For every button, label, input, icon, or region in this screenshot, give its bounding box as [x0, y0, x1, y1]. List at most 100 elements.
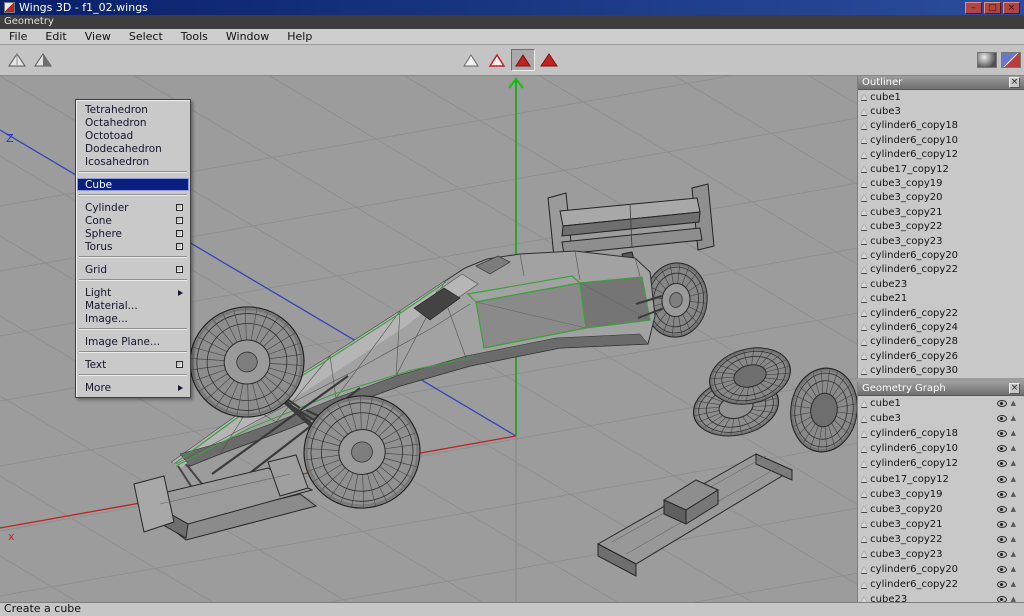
geometry-graph-item[interactable]: ▲ cylinder6_copy18 ▲ [858, 426, 1024, 441]
visibility-eye-icon[interactable] [997, 521, 1007, 528]
minimize-button[interactable]: – [965, 2, 982, 14]
outliner-item[interactable]: ▲ cube21 [858, 291, 1024, 305]
visibility-eye-icon[interactable] [997, 460, 1007, 467]
outliner-item[interactable]: ▲ cube3 [858, 104, 1024, 118]
outliner-item[interactable]: ▲ cube23 [858, 277, 1024, 291]
shading-mode-icon[interactable]: ▲ [1011, 400, 1016, 407]
visibility-eye-icon[interactable] [997, 581, 1007, 588]
geometry-graph-item[interactable]: ▲ cube23 ▲ [858, 592, 1024, 602]
menu-item[interactable]: Cone [77, 214, 189, 227]
visibility-eye-icon[interactable] [997, 430, 1007, 437]
shading-mode-icon[interactable]: ▲ [1011, 476, 1016, 483]
outliner-item[interactable]: ▲ cube1 [858, 90, 1024, 104]
geometry-graph-close-button[interactable]: × [1009, 383, 1020, 394]
geometry-graph-item[interactable]: ▲ cylinder6_copy20 ▲ [858, 562, 1024, 577]
outliner-item[interactable]: ▲ cube3_copy23 [858, 234, 1024, 248]
face-mode-icon[interactable] [511, 49, 535, 71]
menubar-item[interactable]: Window [217, 29, 278, 44]
visibility-eye-icon[interactable] [997, 566, 1007, 573]
outliner-header[interactable]: Outliner × [858, 76, 1024, 90]
body-mode-icon[interactable] [537, 49, 561, 71]
outliner-close-button[interactable]: × [1009, 77, 1020, 88]
option-box-icon[interactable] [176, 217, 183, 224]
menubar-item[interactable]: File [0, 29, 36, 44]
menu-item[interactable]: Material... [77, 299, 189, 312]
shading-mode-icon[interactable]: ▲ [1011, 581, 1016, 588]
visibility-eye-icon[interactable] [997, 506, 1007, 513]
undo-icon[interactable] [5, 49, 29, 71]
outliner-item[interactable]: ▲ cylinder6_copy22 [858, 306, 1024, 320]
shading-mode-icon[interactable]: ▲ [1011, 430, 1016, 437]
outliner-item[interactable]: ▲ cylinder6_copy30 [858, 363, 1024, 377]
shading-mode-icon[interactable]: ▲ [1011, 551, 1016, 558]
shading-mode-icon[interactable]: ▲ [1011, 566, 1016, 573]
geometry-graph-item[interactable]: ▲ cube1 ▲ [858, 396, 1024, 411]
menu-item[interactable]: Image Plane... [77, 335, 189, 348]
outliner-item[interactable]: ▲ cube3_copy21 [858, 205, 1024, 219]
outliner-item[interactable]: ▲ cube17_copy12 [858, 162, 1024, 176]
menu-item[interactable]: Octotoad [77, 129, 189, 142]
outliner-item[interactable]: ▲ cylinder6_copy10 [858, 133, 1024, 147]
outliner-item[interactable]: ▲ cube3_copy19 [858, 176, 1024, 190]
geometry-graph-item[interactable]: ▲ cube3_copy20 ▲ [858, 502, 1024, 517]
visibility-eye-icon[interactable] [997, 400, 1007, 407]
shading-mode-icon[interactable]: ▲ [1011, 460, 1016, 467]
geometry-graph-item[interactable]: ▲ cube3 ▲ [858, 411, 1024, 426]
geometry-graph-item[interactable]: ▲ cube17_copy12 ▲ [858, 471, 1024, 486]
maximize-button[interactable]: □ [984, 2, 1001, 14]
geometry-graph-item[interactable]: ▲ cube3_copy21 ▲ [858, 517, 1024, 532]
shading-mode-icon[interactable]: ▲ [1011, 445, 1016, 452]
outliner-item[interactable]: ▲ cube3_copy20 [858, 191, 1024, 205]
geometry-graph-item[interactable]: ▲ cylinder6_copy22 ▲ [858, 577, 1024, 592]
menubar-item[interactable]: Help [278, 29, 321, 44]
option-box-icon[interactable] [176, 266, 183, 273]
visibility-eye-icon[interactable] [997, 536, 1007, 543]
menu-item[interactable]: Text [77, 358, 189, 371]
menu-item[interactable]: Icosahedron [77, 155, 189, 168]
visibility-eye-icon[interactable] [997, 445, 1007, 452]
geometry-graph-header[interactable]: Geometry Graph × [858, 382, 1024, 396]
visibility-eye-icon[interactable] [997, 491, 1007, 498]
menu-item[interactable]: Cylinder [77, 201, 189, 214]
outliner-item[interactable]: ▲ cylinder6_copy24 [858, 320, 1024, 334]
menu-item[interactable]: Dodecahedron [77, 142, 189, 155]
geometry-window-bar[interactable]: Geometry [0, 15, 1024, 29]
menu-item[interactable]: Torus [77, 240, 189, 253]
axes-view-icon[interactable] [999, 49, 1023, 71]
title-bar[interactable]: Wings 3D - f1_02.wings – □ × [0, 0, 1024, 15]
outliner-item[interactable]: ▲ cylinder6_copy12 [858, 148, 1024, 162]
edge-mode-icon[interactable] [485, 49, 509, 71]
geometry-graph-item[interactable]: ▲ cube3_copy22 ▲ [858, 532, 1024, 547]
menu-item[interactable]: Octahedron [77, 116, 189, 129]
menubar-item[interactable]: Select [120, 29, 172, 44]
shading-mode-icon[interactable]: ▲ [1011, 506, 1016, 513]
geometry-graph-item[interactable]: ▲ cube3_copy23 ▲ [858, 547, 1024, 562]
shading-mode-icon[interactable]: ▲ [1011, 415, 1016, 422]
menu-item[interactable]: Grid [77, 263, 189, 276]
front-wing[interactable] [134, 455, 316, 540]
visibility-eye-icon[interactable] [997, 415, 1007, 422]
shading-mode-icon[interactable]: ▲ [1011, 536, 1016, 543]
menu-item[interactable]: More [77, 381, 189, 394]
geometry-graph-item[interactable]: ▲ cylinder6_copy10 ▲ [858, 441, 1024, 456]
visibility-eye-icon[interactable] [997, 551, 1007, 558]
outliner-item[interactable]: ▲ cylinder6_copy22 [858, 263, 1024, 277]
option-box-icon[interactable] [176, 204, 183, 211]
menu-item[interactable]: Sphere [77, 227, 189, 240]
outliner-item[interactable]: ▲ cylinder6_copy20 [858, 248, 1024, 262]
menu-item[interactable]: Cube [77, 178, 189, 191]
outliner-item[interactable]: ▲ cylinder6_copy18 [858, 119, 1024, 133]
geometry-graph-item[interactable]: ▲ cube3_copy19 ▲ [858, 487, 1024, 502]
visibility-eye-icon[interactable] [997, 476, 1007, 483]
shading-mode-icon[interactable]: ▲ [1011, 521, 1016, 528]
spare-tire-right[interactable] [785, 364, 857, 456]
menubar-item[interactable]: Edit [36, 29, 75, 44]
redo-icon[interactable] [31, 49, 55, 71]
option-box-icon[interactable] [176, 243, 183, 250]
outliner-item[interactable]: ▲ cylinder6_copy26 [858, 349, 1024, 363]
vertex-mode-icon[interactable] [459, 49, 483, 71]
menu-item[interactable]: Tetrahedron [77, 103, 189, 116]
menubar-item[interactable]: Tools [172, 29, 217, 44]
outliner-item[interactable]: ▲ cube3_copy22 [858, 220, 1024, 234]
menu-item[interactable]: Image... [77, 312, 189, 325]
